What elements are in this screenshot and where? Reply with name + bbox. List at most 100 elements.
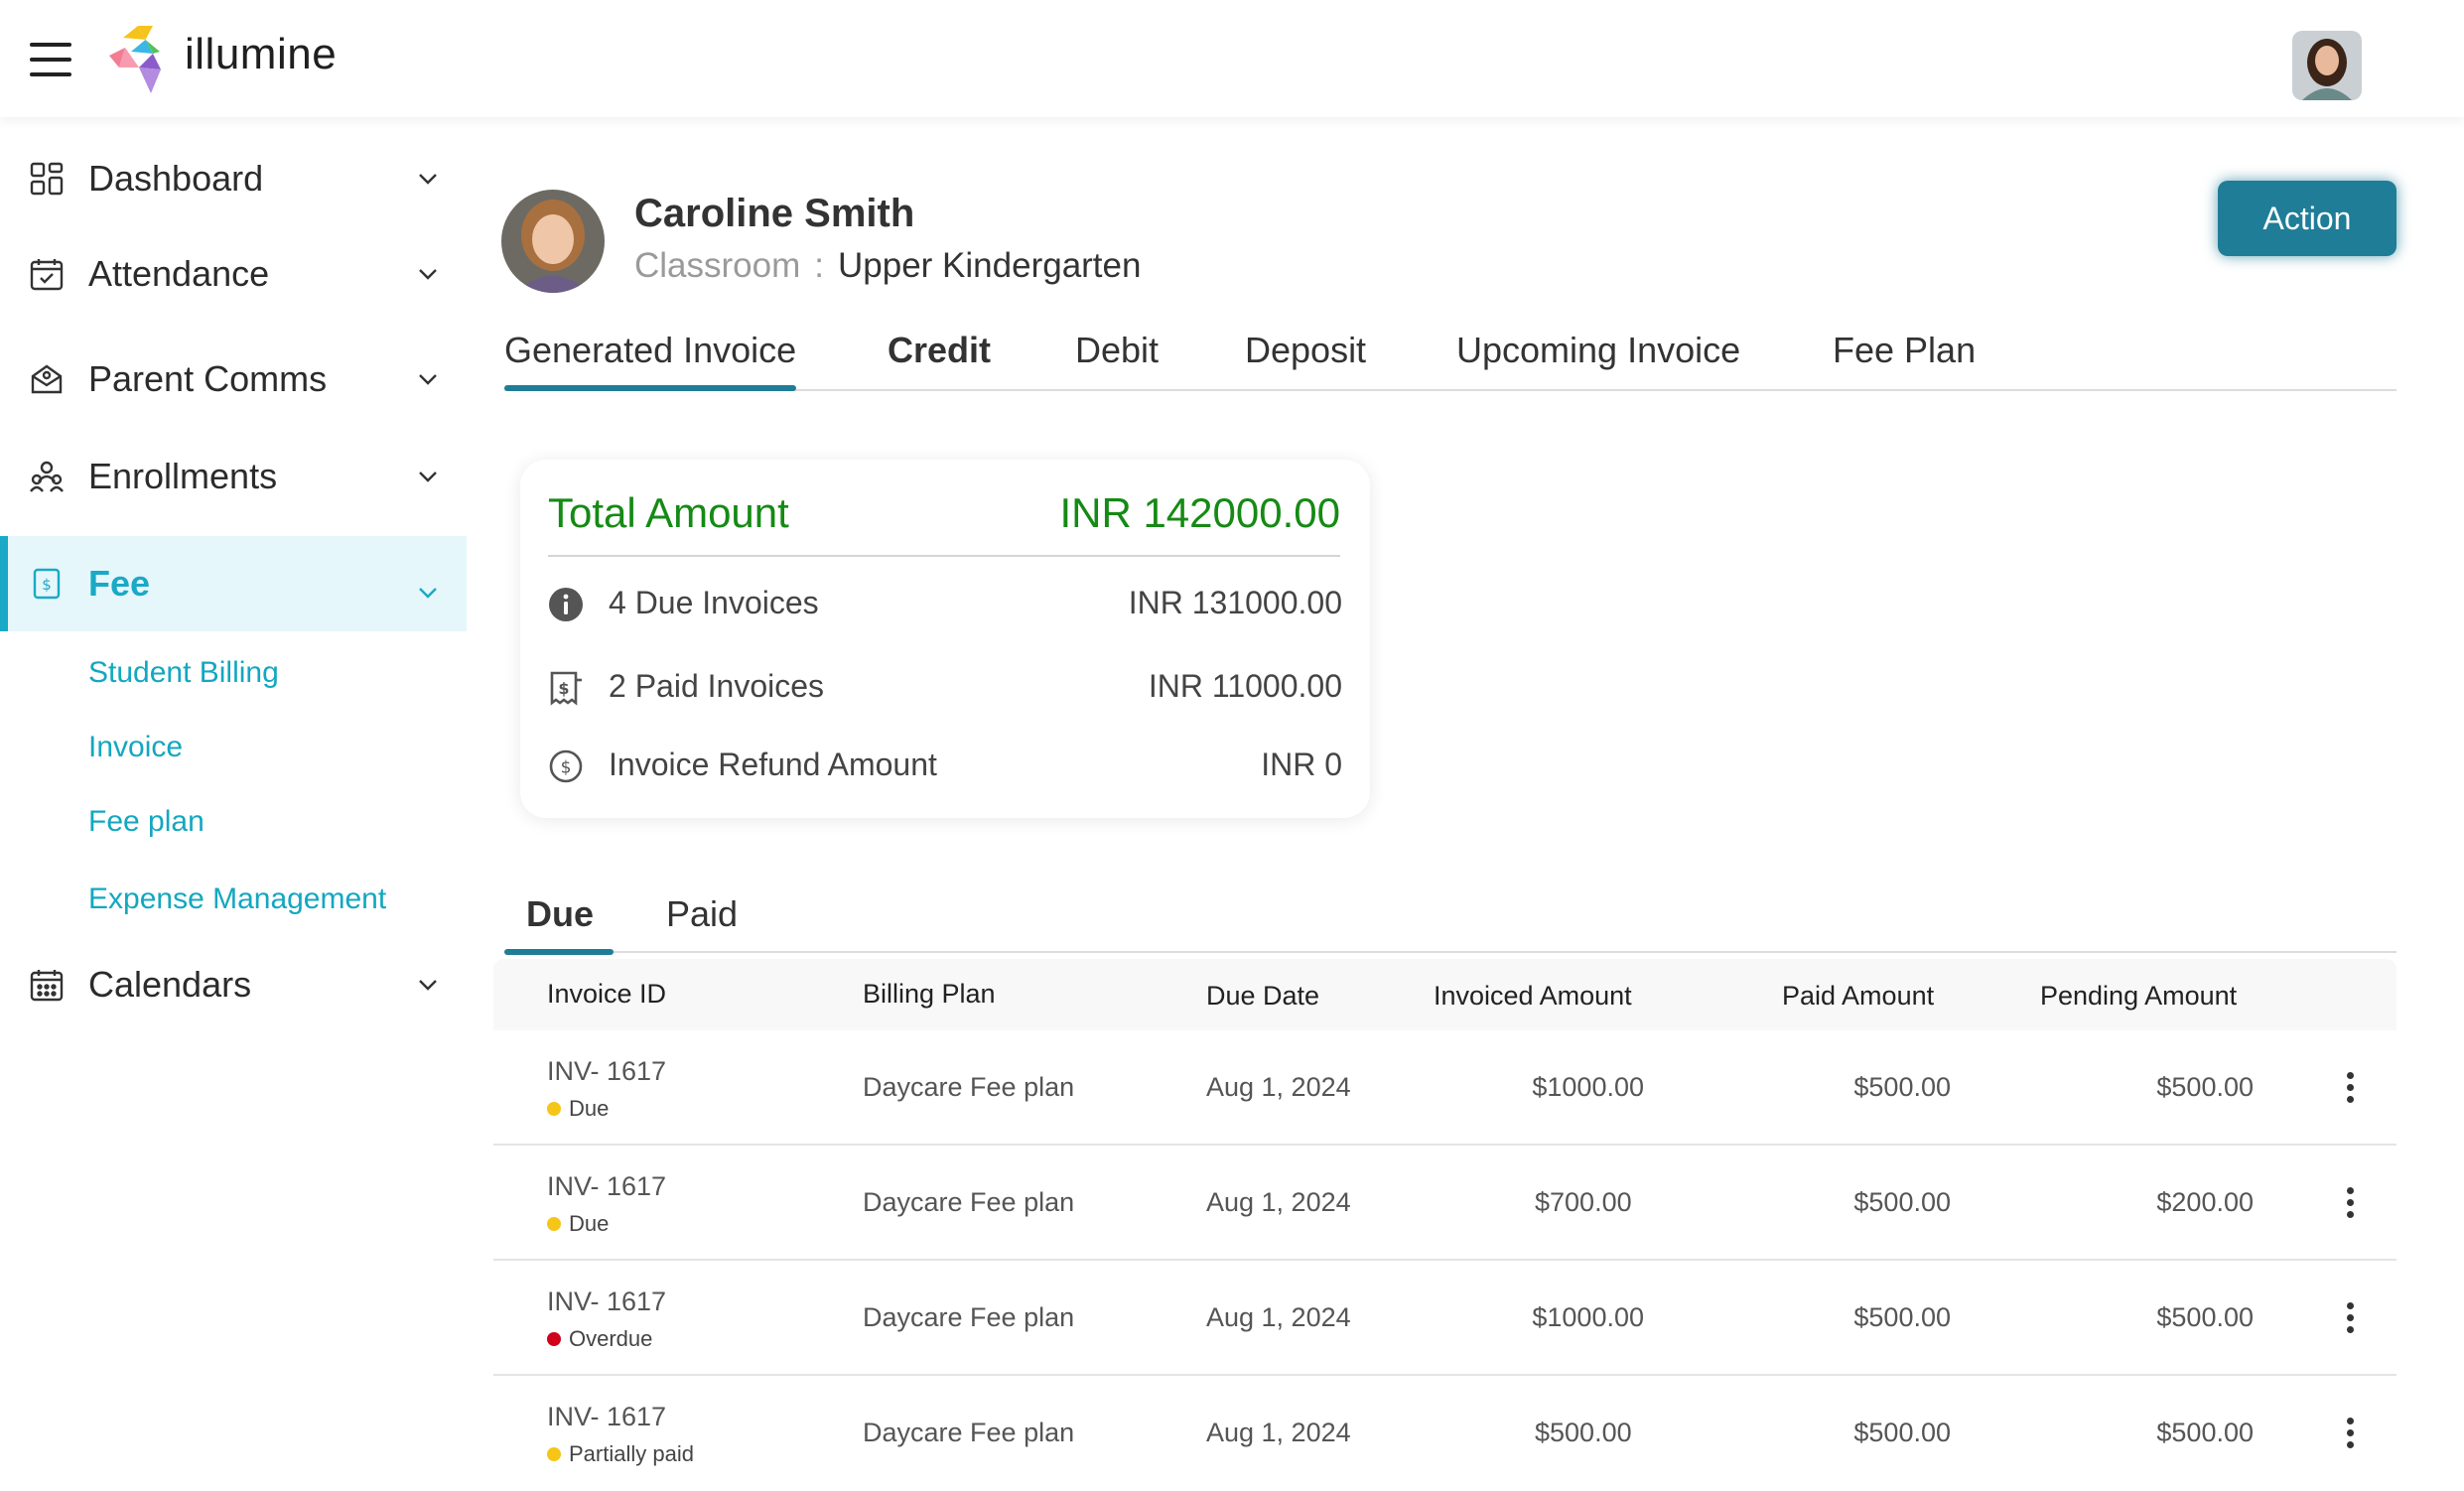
paid-amount: $500.00 [1853, 1302, 1951, 1332]
student-name: Caroline Smith [634, 192, 915, 235]
subnav-invoice[interactable]: Invoice [88, 731, 183, 764]
column-header: Due Date [1206, 981, 1320, 1011]
chevron-down-icon [419, 269, 437, 280]
total-amount-title: Total Amount [548, 489, 789, 536]
table-row[interactable]: INV- 1617 Overdue Daycare Fee plan Aug 1… [493, 1261, 2396, 1376]
sidebar-item-label: Dashboard [88, 158, 264, 199]
pending-amount: $500.00 [2156, 1302, 2254, 1332]
sidebar-item-label: Fee [88, 563, 151, 604]
more-options-icon[interactable] [2340, 1414, 2360, 1453]
status-badge: Partially paid [547, 1441, 694, 1467]
billing-plan: Daycare Fee plan [863, 1418, 1075, 1447]
action-button[interactable]: Action [2218, 181, 2396, 256]
tab-credit[interactable]: Credit [888, 330, 991, 371]
sidebar-item-parent-comms[interactable]: Parent Comms [0, 332, 467, 427]
user-avatar[interactable] [2292, 31, 2362, 100]
billing-plan: Daycare Fee plan [863, 1302, 1075, 1332]
sidebar-item-enrollments[interactable]: Enrollments [0, 429, 467, 524]
status-dot [547, 1102, 561, 1116]
status-dot [547, 1332, 561, 1346]
status-text: Due [569, 1096, 610, 1121]
column-header: Billing Plan [863, 979, 996, 1009]
due-date: Aug 1, 2024 [1206, 1187, 1351, 1217]
classroom-label: Classroom [634, 246, 801, 285]
tab-upcoming-invoice[interactable]: Upcoming Invoice [1456, 330, 1740, 371]
classroom-info: Classroom: Upper Kindergarten [634, 246, 1141, 286]
invoiced-amount: $500.00 [1535, 1418, 1632, 1447]
status-text: Partially paid [569, 1441, 694, 1466]
table-row[interactable]: INV- 1617 Due Daycare Fee plan Aug 1, 20… [493, 1030, 2396, 1146]
chevron-down-icon [419, 980, 437, 991]
status-dot [547, 1447, 561, 1461]
subnav-fee-plan[interactable]: Fee plan [88, 805, 205, 839]
sidebar-item-fee[interactable]: $ Fee [0, 536, 467, 631]
summary-row-refund: $ Invoice Refund Amount INR 0 [548, 745, 1342, 788]
due-date: Aug 1, 2024 [1206, 1072, 1351, 1102]
classroom-value: Upper Kindergarten [838, 246, 1142, 285]
pending-amount: $500.00 [2156, 1072, 2254, 1102]
subnav-student-billing[interactable]: Student Billing [88, 656, 279, 690]
billing-plan: Daycare Fee plan [863, 1072, 1075, 1102]
chevron-down-icon [419, 472, 437, 482]
active-indicator [0, 536, 8, 631]
sidebar-item-label: Enrollments [88, 456, 278, 496]
message-icon [31, 364, 63, 394]
invoiced-amount: $1000.00 [1532, 1072, 1644, 1102]
table-row[interactable]: INV- 1617 Due Daycare Fee plan Aug 1, 20… [493, 1146, 2396, 1261]
more-options-icon[interactable] [2340, 1183, 2360, 1223]
sidebar: Dashboard Attendance Parent Comms Enroll… [0, 117, 467, 1465]
status-badge: Due [547, 1096, 609, 1122]
illumine-logo-icon [109, 26, 161, 93]
sidebar-item-label: Calendars [88, 964, 252, 1005]
sidebar-item-label: Attendance [88, 253, 270, 294]
summary-row-paid: $ 2 Paid Invoices INR 11000.00 [548, 666, 1342, 710]
tab-debit[interactable]: Debit [1075, 330, 1159, 371]
due-date: Aug 1, 2024 [1206, 1302, 1351, 1332]
status-text: Overdue [569, 1326, 653, 1351]
paid-amount: $500.00 [1853, 1072, 1951, 1102]
svg-text:$: $ [42, 576, 52, 594]
chevron-down-icon [419, 174, 437, 185]
pending-amount: $500.00 [2156, 1418, 2254, 1447]
sidebar-item-dashboard[interactable]: Dashboard [0, 131, 467, 226]
tab-paid[interactable]: Paid [666, 893, 738, 935]
summary-value: INR 11000.00 [1148, 668, 1342, 704]
summary-value: INR 0 [1261, 746, 1342, 782]
subnav-expense-management[interactable]: Expense Management [88, 882, 386, 916]
summary-label: 4 Due Invoices [609, 585, 819, 620]
invoice-status-tabs: Due Paid [503, 880, 2396, 955]
classroom-separator: : [814, 246, 824, 285]
invoiced-amount: $1000.00 [1532, 1302, 1644, 1332]
divider [548, 555, 1340, 557]
summary-value: INR 131000.00 [1128, 585, 1342, 620]
tab-deposit[interactable]: Deposit [1245, 330, 1366, 371]
status-badge: Due [547, 1211, 609, 1237]
main-tabs: Generated Invoice Credit Debit Deposit U… [504, 318, 2396, 391]
sidebar-item-calendars[interactable]: Calendars [0, 937, 467, 1032]
column-header: Paid Amount [1782, 981, 1935, 1011]
hamburger-icon[interactable] [30, 43, 71, 76]
paid-amount: $500.00 [1853, 1187, 1951, 1217]
chevron-down-icon [419, 374, 437, 385]
status-text: Due [569, 1211, 610, 1236]
more-options-icon[interactable] [2340, 1298, 2360, 1338]
invoice-id: INV- 1617 [547, 1402, 667, 1431]
tab-due[interactable]: Due [503, 893, 615, 955]
sidebar-item-attendance[interactable]: Attendance [0, 226, 467, 322]
svg-text:$: $ [561, 758, 572, 778]
table-row[interactable]: INV- 1617 Partially paid Daycare Fee pla… [493, 1376, 2396, 1491]
more-options-icon[interactable] [2340, 1068, 2360, 1108]
invoice-id: INV- 1617 [547, 1171, 667, 1201]
summary-row-due: 4 Due Invoices INR 131000.00 [548, 583, 1342, 626]
summary-label: Invoice Refund Amount [609, 746, 937, 782]
app-name: illumine [185, 30, 338, 78]
tab-generated-invoice[interactable]: Generated Invoice [504, 330, 797, 391]
invoice-id: INV- 1617 [547, 1056, 667, 1086]
info-icon [549, 588, 583, 621]
due-date: Aug 1, 2024 [1206, 1418, 1351, 1447]
svg-text:$: $ [558, 679, 569, 698]
total-amount-value: INR 142000.00 [1059, 489, 1340, 536]
tab-fee-plan[interactable]: Fee Plan [1833, 330, 1976, 371]
people-icon [30, 461, 64, 492]
calendar-check-icon [30, 259, 64, 291]
